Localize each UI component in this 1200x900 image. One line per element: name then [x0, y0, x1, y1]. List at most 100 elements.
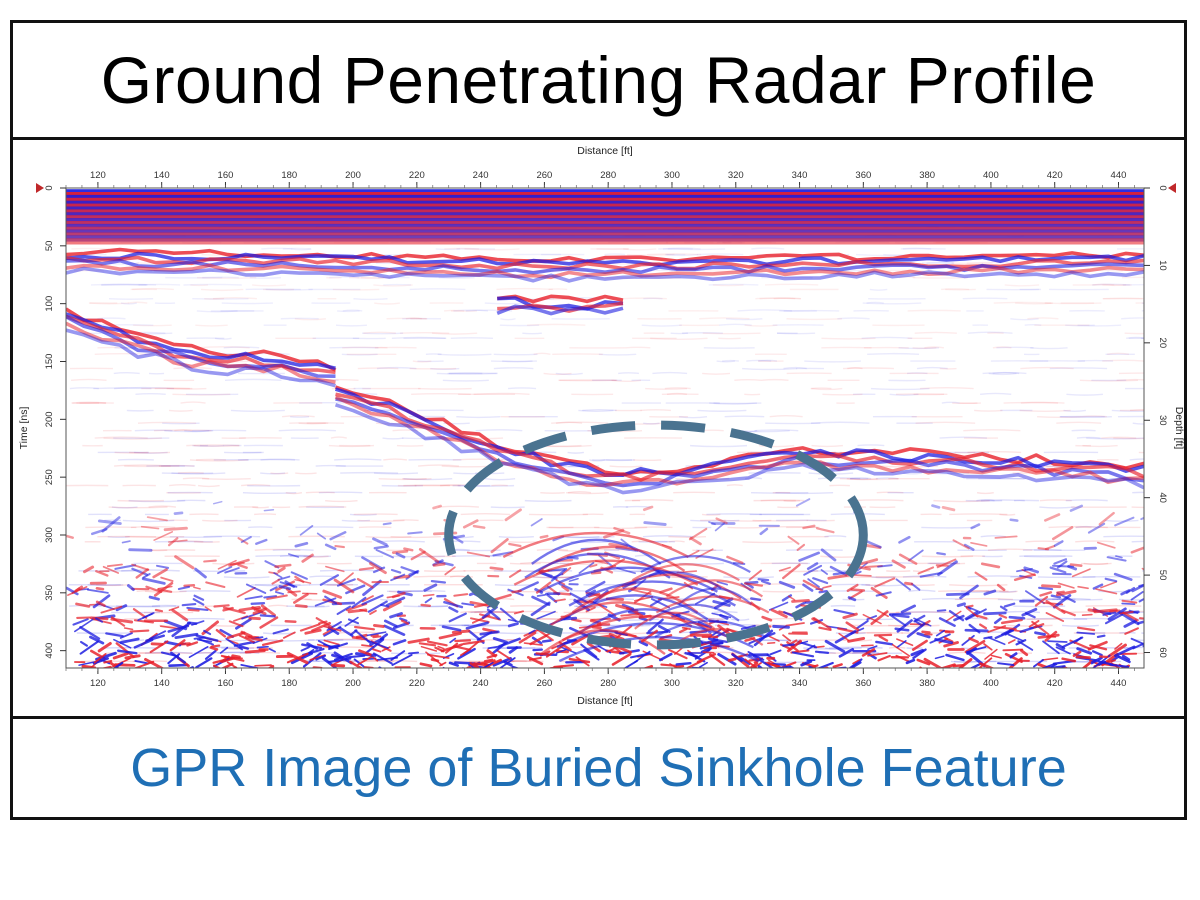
x-tick-label-bottom: 380 — [919, 678, 935, 689]
deep-noise-mark — [294, 604, 308, 609]
noise-wavelet — [821, 337, 876, 340]
x-tick-label-top: 300 — [664, 170, 680, 181]
noise-wavelet — [108, 297, 154, 300]
noise-wavelet — [1065, 324, 1122, 327]
deep-noise-mark — [284, 619, 297, 624]
deep-noise-mark — [168, 663, 189, 667]
depth-tick-label: 0 — [1157, 185, 1168, 190]
noise-wavelet — [295, 526, 354, 529]
noise-wavelet — [363, 660, 418, 663]
noise-wavelet — [196, 458, 227, 461]
noise-wavelet — [255, 554, 312, 557]
time-tick-label: 50 — [44, 241, 55, 252]
noise-wavelet — [309, 575, 337, 578]
deep-noise-mark — [891, 613, 910, 619]
deep-noise-mark — [511, 589, 522, 594]
noise-wavelet — [1025, 540, 1060, 543]
noise-wavelet — [1065, 499, 1108, 502]
noise-wavelet — [696, 253, 744, 256]
noise-wavelet — [701, 429, 724, 432]
deep-noise-mark — [244, 649, 266, 654]
noise-wavelet — [1077, 359, 1114, 362]
deep-noise-mark — [539, 534, 549, 539]
deep-noise-mark — [128, 548, 153, 552]
deep-noise-mark — [1047, 640, 1068, 643]
deep-noise-mark — [248, 616, 261, 621]
noise-wavelet — [907, 309, 961, 312]
time-tick-label: 250 — [44, 469, 55, 485]
deep-noise-mark — [1075, 655, 1091, 660]
depth-tick-label: 60 — [1157, 647, 1168, 658]
deep-noise-mark — [430, 579, 447, 584]
deep-noise-mark — [983, 636, 993, 640]
noise-wavelet — [214, 337, 232, 340]
noise-wavelet — [249, 276, 282, 279]
deep-noise-mark — [643, 521, 667, 526]
x-tick-label-bottom: 140 — [154, 678, 170, 689]
noise-wavelet — [734, 378, 762, 382]
noise-wavelet — [1027, 317, 1059, 320]
noise-wavelet — [94, 352, 151, 355]
depth-axis-label: Depth [ft] — [1173, 407, 1184, 450]
deep-noise-mark — [263, 509, 275, 512]
deep-noise-mark — [894, 627, 910, 632]
noise-wavelet — [905, 611, 946, 614]
deep-noise-mark — [129, 629, 150, 633]
deep-noise-mark — [382, 522, 392, 526]
deep-noise-mark — [850, 588, 866, 592]
noise-wavelet — [567, 451, 584, 454]
deep-noise-mark — [675, 664, 685, 668]
deep-noise-mark — [727, 657, 737, 662]
deep-noise-mark — [1069, 563, 1083, 567]
noise-wavelet — [508, 387, 537, 390]
deep-noise-mark — [210, 644, 221, 648]
deep-noise-mark — [767, 642, 776, 645]
noise-wavelet — [460, 512, 511, 516]
deep-noise-mark — [259, 614, 276, 618]
noise-wavelet — [852, 499, 904, 502]
noise-wavelet — [1030, 347, 1068, 350]
noise-wavelet — [353, 297, 388, 301]
x-tick-label-bottom: 400 — [983, 678, 999, 689]
noise-wavelet — [866, 301, 884, 304]
noise-wavelet — [444, 247, 480, 250]
deep-noise-mark — [1037, 547, 1050, 551]
noise-wavelet — [305, 491, 335, 494]
noise-wavelet — [609, 465, 643, 468]
deep-noise-mark — [391, 549, 409, 554]
noise-wavelet — [752, 519, 808, 522]
noise-wavelet — [319, 569, 379, 572]
noise-wavelet — [524, 499, 572, 503]
noise-wavelet — [604, 253, 626, 256]
noise-wavelet — [697, 409, 747, 412]
deep-noise-mark — [95, 586, 105, 591]
noise-wavelet — [804, 360, 861, 363]
noise-wavelet — [702, 372, 731, 375]
noise-wavelet — [438, 505, 479, 508]
deep-noise-mark — [1052, 572, 1072, 576]
noise-wavelet — [260, 472, 286, 475]
deep-noise-mark — [1121, 602, 1136, 606]
noise-wavelet — [914, 331, 957, 334]
time-tick-label: 0 — [44, 185, 55, 190]
deep-noise-mark — [358, 566, 375, 571]
noise-wavelet — [195, 324, 228, 327]
noise-wavelet — [490, 506, 525, 509]
deep-noise-mark — [1008, 615, 1026, 620]
deep-noise-mark — [163, 526, 188, 532]
noise-wavelet — [202, 519, 238, 522]
caption-panel: GPR Image of Buried Sinkhole Feature — [10, 716, 1187, 820]
noise-wavelet — [183, 283, 242, 286]
deep-noise-mark — [541, 639, 552, 643]
noise-wavelet — [1061, 624, 1099, 627]
noise-wavelet — [813, 562, 855, 565]
figure-caption: GPR Image of Buried Sinkhole Feature — [130, 738, 1067, 798]
deep-noise-mark — [1081, 613, 1093, 616]
noise-wavelet — [96, 584, 129, 587]
deep-noise-mark — [591, 625, 602, 630]
x-tick-label-bottom: 180 — [281, 678, 297, 689]
noise-wavelet — [1020, 401, 1065, 404]
noise-wavelet — [444, 309, 465, 312]
x-tick-label-top: 380 — [919, 170, 935, 181]
deep-noise-mark — [472, 524, 486, 529]
